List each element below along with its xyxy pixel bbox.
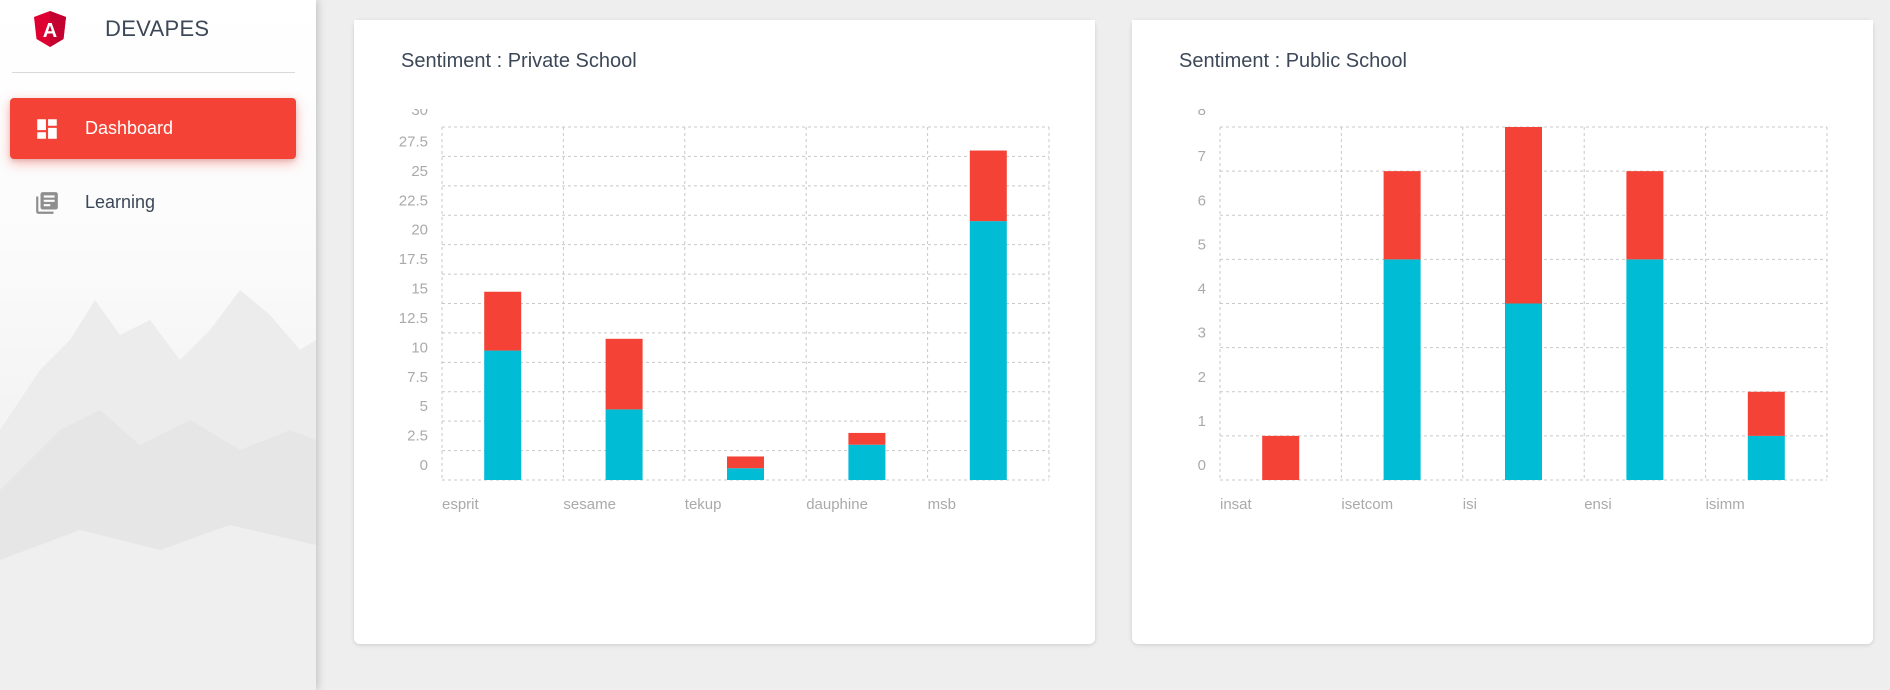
y-tick-label: 22.5 (399, 192, 428, 209)
divider (12, 72, 295, 73)
logo-letter: A (43, 20, 57, 42)
y-tick-label: 2.5 (407, 428, 428, 445)
dashboard-icon (37, 119, 57, 139)
brand-name: DEVAPES (105, 16, 210, 41)
bar-segment (969, 221, 1007, 480)
bar-segment (727, 468, 764, 480)
bar-segment (484, 350, 522, 480)
y-tick-label: 12.5 (399, 310, 428, 327)
bar-segment (1262, 435, 1300, 480)
bar-segment (1626, 171, 1664, 260)
chart-card-private-school: 0 2.5 5 7.5 10 12.5 15 17.5 20 22.5 25 27.5 30 esprit… (354, 20, 1095, 644)
bar-segment (1505, 303, 1542, 480)
y-tick-label: 6 (1198, 192, 1206, 209)
x-tick-label: dauphine (806, 496, 868, 513)
y-tick-label: 17.5 (399, 251, 428, 268)
x-tick-label: tekup (685, 496, 722, 513)
y-tick-label: 10 (411, 339, 428, 356)
card-title: Sentiment : Public School (1179, 50, 1407, 72)
sidebar-item-label: Learning (85, 192, 156, 212)
library-books-icon (36, 192, 58, 214)
y-tick-label: 0 (420, 457, 428, 474)
y-tick-label: 4 (1198, 281, 1206, 298)
x-tick-label: isimm (1706, 496, 1745, 513)
card-title: Sentiment : Private School (401, 50, 637, 72)
bar-segment (1747, 391, 1785, 436)
y-tick-label: 5 (420, 398, 428, 415)
bar-segment (605, 338, 643, 410)
bar-segment (848, 432, 886, 445)
y-tick-label: 5 (1198, 236, 1206, 253)
y-tick-label: 27.5 (399, 133, 428, 150)
bar-segment (1383, 171, 1421, 260)
y-tick-label: 0 (1198, 457, 1206, 474)
sidebar: A DEVAPES Dashboard Learning (0, 0, 316, 690)
y-tick-label: 7.5 (407, 369, 428, 386)
chart-card-public-school: 0 1 2 3 4 5 6 7 8 insat isetcom isi ensi isimm Sentim… (1132, 20, 1873, 644)
x-tick-label: sesame (563, 496, 616, 513)
private-school-chart: 02.557.51012.51517.52022.52527.530esprit… (354, 20, 1095, 513)
bar-segment (969, 150, 1007, 222)
sidebar-item-learning[interactable]: Learning (10, 172, 296, 233)
x-tick-label: isetcom (1341, 496, 1393, 513)
y-tick-label: 3 (1198, 325, 1206, 342)
bar-segment (1747, 435, 1785, 480)
bar-segment (727, 456, 764, 469)
y-tick-label: 25 (411, 163, 428, 180)
bar-segment (605, 409, 643, 480)
x-tick-label: isi (1463, 496, 1477, 513)
bar-segment (1505, 127, 1542, 304)
angular-logo-icon: A (34, 11, 66, 47)
y-tick-label: 15 (411, 281, 428, 298)
y-tick-label: 1 (1198, 413, 1206, 430)
x-tick-label: esprit (442, 496, 480, 513)
brand-header[interactable]: A DEVAPES (0, 0, 316, 72)
sidebar-item-label: Dashboard (85, 118, 174, 138)
bar-segment (1626, 259, 1664, 480)
sidebar-item-dashboard[interactable]: Dashboard (10, 98, 296, 159)
x-tick-label: ensi (1584, 496, 1612, 513)
y-tick-label: 2 (1198, 369, 1206, 386)
x-tick-label: msb (928, 496, 956, 513)
y-tick-label: 7 (1198, 148, 1206, 165)
bar-segment (1383, 259, 1421, 480)
bar-segment (484, 291, 522, 351)
sidebar-background-image (0, 290, 316, 690)
y-tick-label: 20 (411, 222, 428, 239)
x-tick-label: insat (1220, 496, 1253, 513)
bar-segment (848, 444, 886, 480)
public-school-chart: 012345678insat isetcom isi ensi isimm (1132, 20, 1873, 513)
